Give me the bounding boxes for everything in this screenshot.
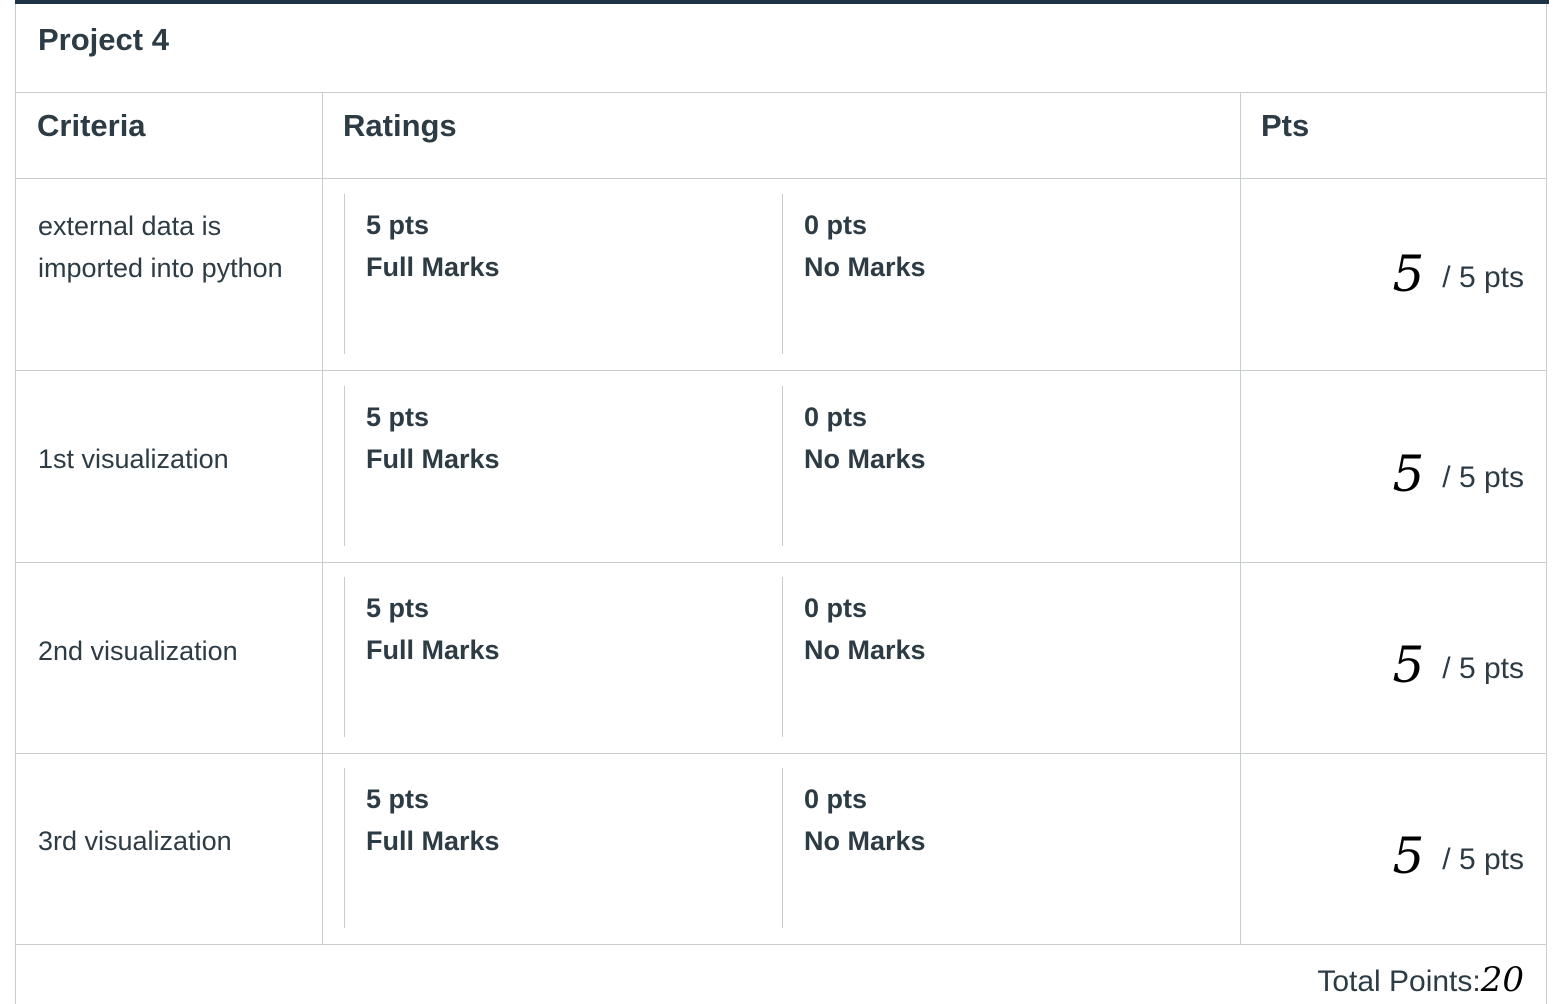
rating-label: No Marks xyxy=(804,826,926,856)
max-points: / 5 pts xyxy=(1442,261,1524,294)
rating-label: Full Marks xyxy=(366,444,500,474)
rating-label: No Marks xyxy=(804,635,926,665)
rating-points: 0 pts xyxy=(804,784,868,814)
rating-no-marks[interactable]: 0 pts No Marks xyxy=(782,194,1221,354)
rating-full-marks[interactable]: 5 pts Full Marks xyxy=(344,194,783,354)
handwritten-score: 5 xyxy=(1392,636,1425,694)
rating-label: Full Marks xyxy=(366,635,500,665)
criterion-description: external data is imported into python xyxy=(38,211,283,283)
table-row: external data is imported into python 5 … xyxy=(16,179,1546,371)
pts-header: Pts xyxy=(1240,92,1546,178)
rating-full-marks[interactable]: 5 pts Full Marks xyxy=(344,577,783,737)
criterion-description: 3rd visualization xyxy=(38,826,232,856)
rubric-title-row: Project 4 xyxy=(16,4,1546,93)
max-points: / 5 pts xyxy=(1442,461,1524,494)
score-cell: 5 / 5 pts xyxy=(1392,441,1524,503)
pts-header-label: Pts xyxy=(1261,108,1310,143)
handwritten-score: 5 xyxy=(1392,827,1425,885)
table-row: 1st visualization 5 pts Full Marks 0 pts… xyxy=(16,371,1546,563)
rating-points: 5 pts xyxy=(366,784,430,814)
rating-points: 0 pts xyxy=(804,593,868,623)
rating-no-marks[interactable]: 0 pts No Marks xyxy=(782,577,1221,737)
criteria-header: Criteria xyxy=(16,92,322,178)
ratings-header: Ratings xyxy=(322,92,1240,178)
rating-points: 5 pts xyxy=(366,210,430,240)
rating-label: Full Marks xyxy=(366,252,500,282)
rating-label: No Marks xyxy=(804,252,926,282)
handwritten-total: 20 xyxy=(1480,960,1524,1000)
handwritten-score: 5 xyxy=(1392,445,1425,503)
total-points: Total Points:20 xyxy=(1317,960,1524,1000)
rating-points: 5 pts xyxy=(366,402,430,432)
rating-points: 0 pts xyxy=(804,402,868,432)
rubric-footer: Total Points:20 xyxy=(16,944,1546,1004)
score-cell: 5 / 5 pts xyxy=(1392,823,1524,885)
total-points-label: Total Points: xyxy=(1317,965,1481,998)
criterion-description: 1st visualization xyxy=(38,444,229,474)
rubric-header-row: Criteria Ratings Pts xyxy=(16,92,1546,179)
handwritten-score: 5 xyxy=(1392,245,1425,303)
criterion-description: 2nd visualization xyxy=(38,636,238,666)
criteria-header-label: Criteria xyxy=(37,108,146,143)
rating-full-marks[interactable]: 5 pts Full Marks xyxy=(344,768,783,928)
rating-label: Full Marks xyxy=(366,826,500,856)
rating-points: 5 pts xyxy=(366,593,430,623)
table-row: 2nd visualization 5 pts Full Marks 0 pts… xyxy=(16,562,1546,754)
rubric-table: Project 4 Criteria Ratings Pts external … xyxy=(15,4,1547,1004)
score-cell: 5 / 5 pts xyxy=(1392,241,1524,303)
rating-label: No Marks xyxy=(804,444,926,474)
table-row: 3rd visualization 5 pts Full Marks 0 pts… xyxy=(16,753,1546,945)
max-points: / 5 pts xyxy=(1442,652,1524,685)
max-points: / 5 pts xyxy=(1442,843,1524,876)
rating-no-marks[interactable]: 0 pts No Marks xyxy=(782,768,1221,928)
rubric-title: Project 4 xyxy=(38,22,169,57)
rating-no-marks[interactable]: 0 pts No Marks xyxy=(782,386,1221,546)
score-cell: 5 / 5 pts xyxy=(1392,632,1524,694)
ratings-header-label: Ratings xyxy=(343,108,457,143)
rating-points: 0 pts xyxy=(804,210,868,240)
rating-full-marks[interactable]: 5 pts Full Marks xyxy=(344,386,783,546)
